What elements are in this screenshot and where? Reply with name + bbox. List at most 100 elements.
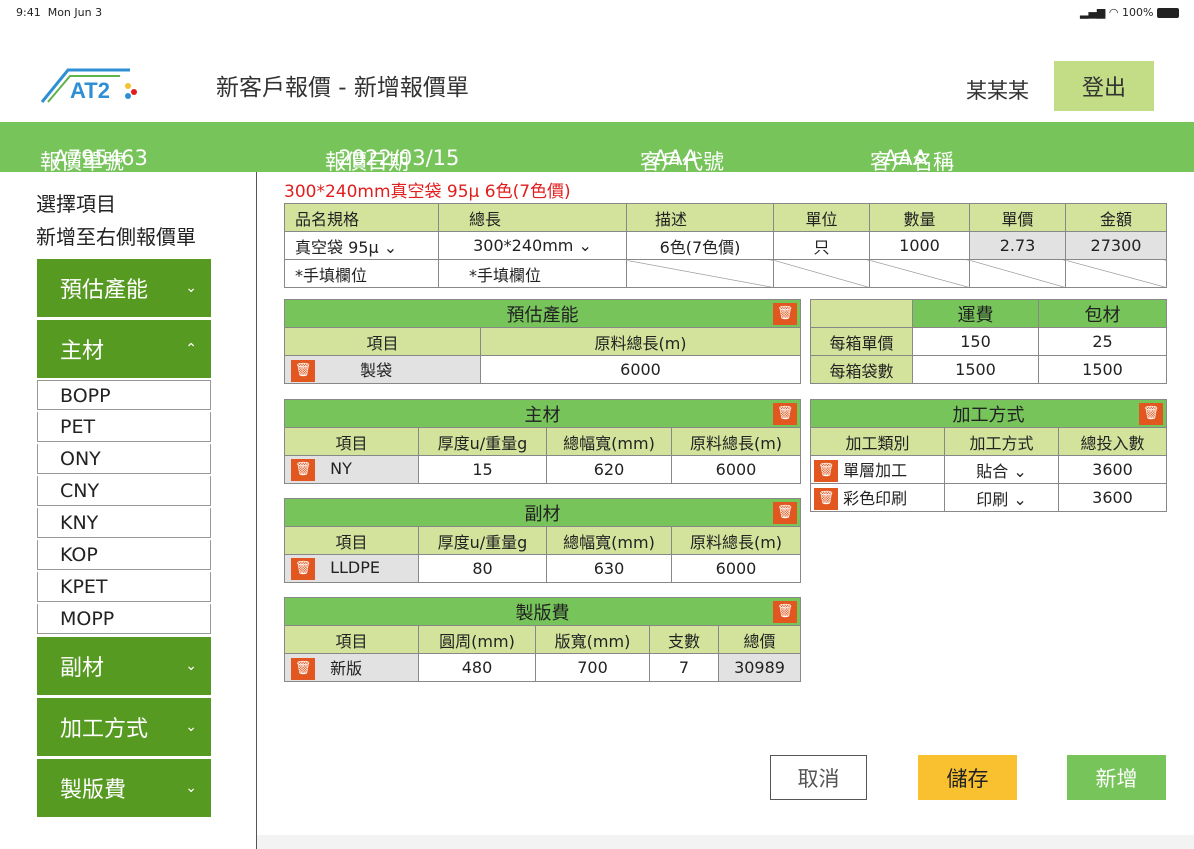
thickness-input[interactable]: 15 [418, 455, 547, 484]
freight-price-input[interactable]: 150 [912, 327, 1039, 356]
header-raw-length: 原料總長(m) [671, 526, 801, 555]
trash-icon[interactable]: 🗑 [291, 557, 315, 580]
raw-length-input[interactable]: 6000 [671, 455, 801, 484]
customer-code-value: AAA [653, 146, 698, 170]
trash-icon[interactable]: 🗑 [291, 658, 315, 681]
description-input[interactable]: 6色(7色價) [626, 231, 774, 260]
packaging-count-input[interactable]: 1500 [1038, 355, 1167, 384]
chevron-down-icon: ⌄ [185, 719, 197, 735]
trash-icon[interactable]: 🗑 [814, 460, 838, 483]
trash-icon[interactable]: 🗑 [291, 458, 315, 481]
sidebar-item-bopp[interactable]: BOPP [37, 380, 211, 410]
section-title: 製版費 [515, 602, 570, 624]
plate-width-input[interactable]: 700 [535, 653, 650, 682]
header-circumference: 圓周(mm) [418, 625, 536, 654]
table-header-row: 加工類別 加工方式 總投入數 [810, 427, 1167, 456]
trash-icon[interactable]: 🗑 [773, 502, 797, 524]
sidebar-section-label: 副材 [60, 656, 105, 681]
plate-fee-section-title: 製版費 🗑 [283, 597, 802, 626]
chevron-down-icon: ⌄ [1013, 489, 1027, 509]
sidebar-hint-select: 選擇項目 [36, 192, 116, 216]
table-row: 每箱單價 150 25 [810, 327, 1167, 356]
sidebar-item-cny[interactable]: CNY [37, 476, 211, 506]
empty-cell [810, 299, 913, 328]
freight-count-input[interactable]: 1500 [912, 355, 1039, 384]
item-name: NY [330, 459, 352, 478]
sidebar-section-processing[interactable]: 加工方式 ⌄ [37, 698, 211, 756]
raw-length-input[interactable]: 6000 [671, 554, 801, 583]
unit-input[interactable]: 只 [773, 231, 870, 260]
empty-cell [969, 259, 1066, 288]
thickness-input[interactable]: 80 [418, 554, 547, 583]
sidebar-section-main-material[interactable]: 主材 ⌃ [37, 320, 211, 378]
total-input[interactable]: 3600 [1058, 483, 1167, 512]
header-unit-price: 單價 [969, 203, 1066, 232]
method-select[interactable]: 印刷 ⌄ [944, 483, 1059, 512]
section-title: 主材 [524, 404, 561, 426]
add-button[interactable]: 新增 [1067, 755, 1166, 800]
packaging-price-input[interactable]: 25 [1038, 327, 1167, 356]
raw-length-input[interactable]: 6000 [480, 355, 801, 384]
item-cell: 🗑 LLDPE [284, 554, 419, 583]
method-value: 貼合 [976, 461, 1009, 481]
row-label: 每箱單價 [810, 327, 913, 356]
sidebar-section-sub-material[interactable]: 副材 ⌄ [37, 637, 211, 695]
product-table: 品名規格 總長 描述 單位 數量 單價 金額 真空袋 95µ ⌄ 300*240… [284, 203, 1167, 288]
sidebar-item-kop[interactable]: KOP [37, 540, 211, 570]
trash-icon[interactable]: 🗑 [773, 303, 797, 325]
chevron-down-icon: ⌄ [185, 658, 197, 674]
customer-name-value: AAA [883, 146, 928, 170]
table-row: 🗑 製袋 6000 [284, 355, 801, 384]
manual-note-spec[interactable]: *手填欄位 [284, 259, 439, 288]
sidebar-item-mopp[interactable]: MOPP [37, 604, 211, 634]
width-input[interactable]: 630 [546, 554, 672, 583]
save-button[interactable]: 儲存 [918, 755, 1017, 800]
sidebar-item-ony[interactable]: ONY [37, 444, 211, 474]
header-amount: 金額 [1065, 203, 1167, 232]
count-input[interactable]: 7 [649, 653, 719, 682]
spec-value: 真空袋 95µ [295, 237, 379, 257]
sidebar-section-label: 主材 [60, 339, 105, 364]
table-header-row: 項目 厚度u/重量g 總幅寬(mm) 原料總長(m) [284, 427, 801, 456]
sidebar-item-pet[interactable]: PET [37, 412, 211, 442]
section-title-row: 加工方式 🗑 [810, 399, 1167, 428]
manual-note-length[interactable]: *手填欄位 [438, 259, 627, 288]
spec-select[interactable]: 真空袋 95µ ⌄ [284, 231, 439, 260]
sidebar-section-plate-fee[interactable]: 製版費 ⌄ [37, 759, 211, 817]
circumference-input[interactable]: 480 [418, 653, 536, 682]
trash-icon[interactable]: 🗑 [814, 488, 838, 511]
trash-icon[interactable]: 🗑 [291, 360, 315, 383]
header-spec: 品名規格 [284, 203, 439, 232]
method-select[interactable]: 貼合 ⌄ [944, 455, 1059, 484]
customer-code-field: 客戶代號 AAA [640, 134, 724, 174]
processing-section-title: 加工方式 🗑 [810, 399, 1167, 428]
chevron-down-icon: ⌄ [578, 236, 592, 255]
width-input[interactable]: 620 [546, 455, 672, 484]
section-title-row: 運費 包材 [810, 299, 1167, 328]
sub-material-table: 副材 🗑 項目 厚度u/重量g 總幅寬(mm) 原料總長(m) 🗑 LLDPE … [284, 498, 801, 583]
shipping-table: 運費 包材 每箱單價 150 25 每箱袋數 1500 1500 [810, 299, 1167, 384]
total-input[interactable]: 3600 [1058, 455, 1167, 484]
sidebar-section-capacity[interactable]: 預估產能 ⌄ [37, 259, 211, 317]
length-select[interactable]: 300*240mm ⌄ [438, 231, 627, 260]
quote-no-value: A795463 [53, 146, 148, 170]
cancel-button[interactable]: 取消 [770, 755, 867, 800]
sidebar-item-kpet[interactable]: KPET [37, 572, 211, 602]
header-unit: 單位 [773, 203, 870, 232]
sub-material-section-title: 副材 🗑 [284, 498, 801, 527]
quantity-input[interactable]: 1000 [869, 231, 970, 260]
trash-icon[interactable]: 🗑 [1139, 403, 1163, 425]
section-title-row: 主材 🗑 [284, 399, 801, 428]
logout-button[interactable]: 登出 [1054, 61, 1154, 111]
item-cell: 🗑 製袋 [284, 355, 481, 384]
trash-icon[interactable]: 🗑 [773, 403, 797, 425]
unit-price-value: 2.73 [969, 231, 1066, 260]
table-header-row: 項目 厚度u/重量g 總幅寬(mm) 原料總長(m) [284, 526, 801, 555]
item-cell: 🗑 新版 [284, 653, 419, 682]
table-header-row: 項目 原料總長(m) [284, 327, 801, 356]
trash-icon[interactable]: 🗑 [773, 601, 798, 623]
sidebar-item-kny[interactable]: KNY [37, 508, 211, 538]
chevron-up-icon: ⌃ [185, 341, 197, 357]
header-process-category: 加工類別 [810, 427, 945, 456]
sidebar-hint-add: 新增至右側報價單 [36, 225, 196, 249]
